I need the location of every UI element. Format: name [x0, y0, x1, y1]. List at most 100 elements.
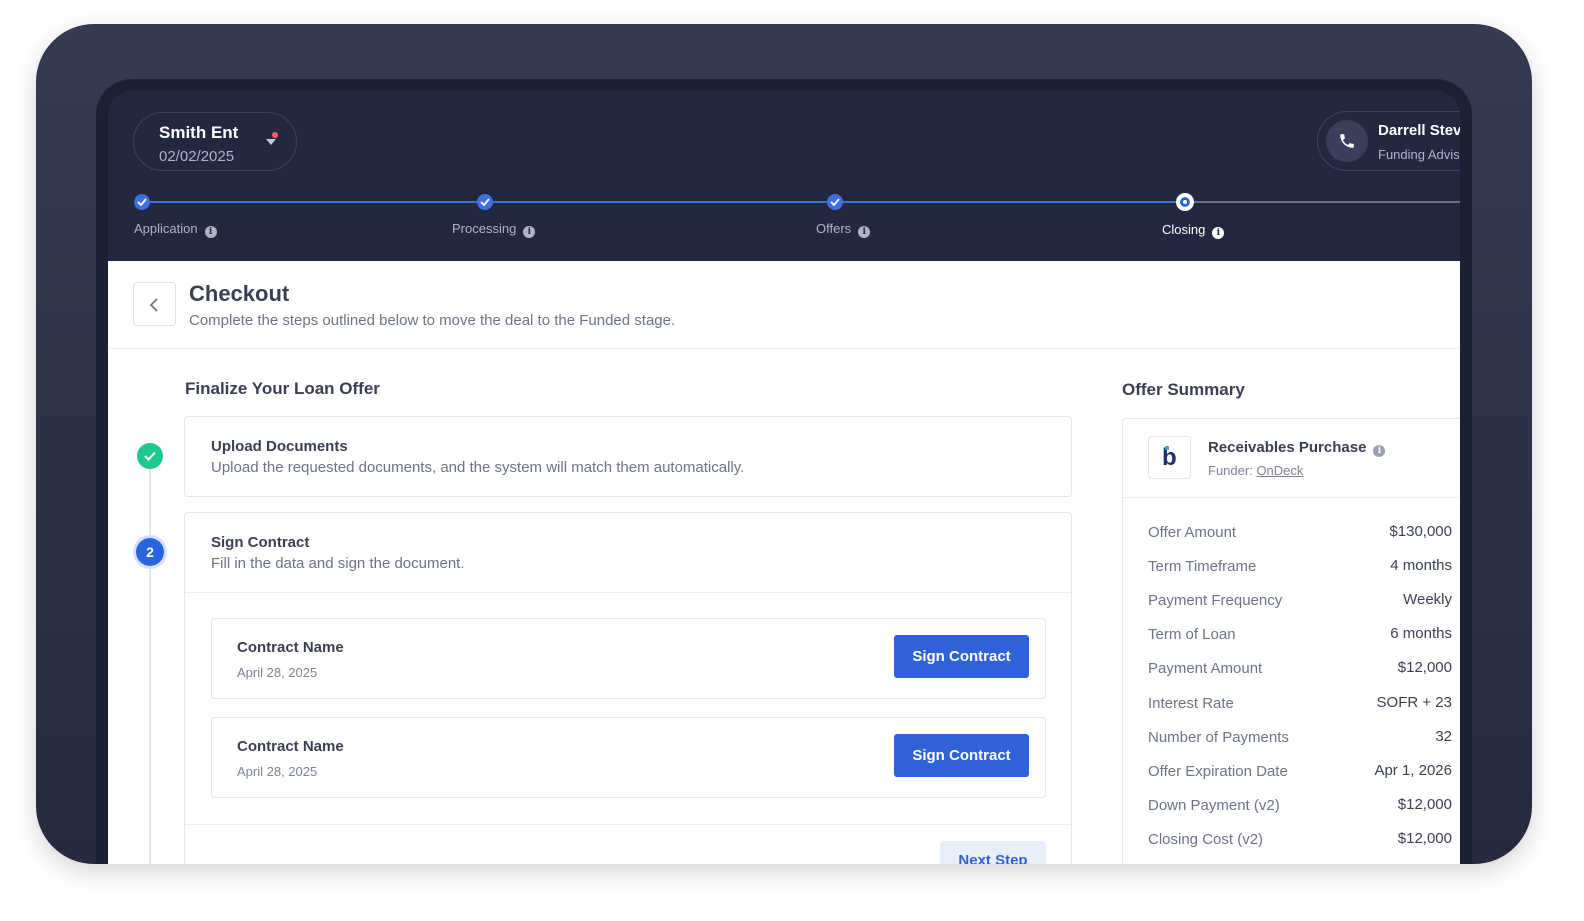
step-description: Fill in the data and sign the document. — [211, 555, 465, 572]
summary-label: Down Payment (v2) — [1148, 797, 1280, 814]
stage-label-text: Closing — [1162, 222, 1206, 237]
divider — [185, 592, 1071, 593]
offer-summary-card: b Receivables Purchase i Funder: OnDeck O… — [1122, 418, 1460, 864]
summary-value: $12,000 — [1397, 830, 1452, 847]
contract-item: Contract Name April 28, 2025 Sign Contra… — [211, 618, 1046, 699]
finalize-section-title: Finalize Your Loan Offer — [185, 379, 380, 398]
offer-summary-title: Offer Summary — [1122, 380, 1245, 399]
advisor-role: Funding Advis — [1378, 147, 1460, 162]
progress-track-remaining — [1186, 201, 1460, 203]
contract-name: Contract Name — [237, 639, 344, 656]
sign-contract-card: Sign Contract Fill in the data and sign … — [184, 512, 1072, 864]
screen-bezel: Smith Ent 02/02/2025 Darrell Stev Fundin… — [96, 79, 1472, 864]
upload-documents-card[interactable]: Upload Documents Upload the requested do… — [184, 416, 1072, 497]
summary-value: 4 months — [1390, 557, 1452, 574]
summary-label: Payment Amount — [1148, 660, 1263, 677]
summary-label: Offer Expiration Date — [1148, 763, 1288, 780]
deal-selector[interactable]: Smith Ent 02/02/2025 — [133, 112, 297, 171]
divider — [1123, 497, 1460, 498]
summary-row: Interest Rate SOFR + 23 — [1148, 694, 1452, 715]
summary-row: Payment Frequency Weekly — [1148, 591, 1452, 612]
contract-name: Contract Name — [237, 738, 344, 755]
summary-row: Offer Amount $130,000 — [1148, 523, 1452, 544]
info-icon[interactable]: i — [1373, 445, 1386, 457]
stage-label-closing[interactable]: Closing i — [1162, 222, 1225, 239]
funder-prefix: Funder: — [1208, 463, 1253, 478]
page-subtitle: Complete the steps outlined below to mov… — [189, 312, 676, 329]
next-step-button[interactable]: Next Step — [940, 841, 1046, 864]
summary-row: Term of Loan 6 months — [1148, 625, 1452, 646]
phone-icon — [1340, 134, 1354, 148]
stage-dot-processing[interactable] — [477, 194, 493, 210]
funder-link[interactable]: OnDeck — [1256, 463, 1303, 478]
summary-label: Interest Rate — [1148, 695, 1234, 712]
steps-timeline — [149, 469, 151, 864]
summary-value: 6 months — [1390, 625, 1452, 642]
step-number-badge: 2 — [136, 538, 164, 566]
contract-item: Contract Name April 28, 2025 Sign Contra… — [211, 717, 1046, 798]
summary-label: Number of Payments — [1148, 729, 1289, 746]
check-icon — [480, 198, 490, 206]
step-title: Upload Documents — [211, 438, 348, 455]
summary-value: $12,000 — [1397, 796, 1452, 813]
checkout-panel: Checkout Complete the steps outlined bel… — [108, 261, 1460, 864]
stage-label-offers[interactable]: Offers i — [816, 221, 871, 238]
step-title: Sign Contract — [211, 534, 310, 551]
sign-contract-button[interactable]: Sign Contract — [894, 734, 1029, 777]
summary-value: $130,000 — [1389, 523, 1452, 540]
stage-dot-offers[interactable] — [827, 194, 843, 210]
call-button[interactable] — [1326, 120, 1368, 162]
progress-track-complete — [142, 201, 1186, 203]
funder-logo: b — [1148, 436, 1191, 479]
advisor-card[interactable]: Darrell Stev Funding Advis — [1317, 111, 1460, 171]
stage-label-processing[interactable]: Processing i — [452, 221, 536, 238]
sign-contract-button[interactable]: Sign Contract — [894, 635, 1029, 678]
summary-row: Term Timeframe 4 months — [1148, 557, 1452, 578]
summary-label: Offer Amount — [1148, 524, 1237, 541]
summary-row: Number of Payments 32 — [1148, 728, 1452, 749]
page-title: Checkout — [189, 281, 290, 306]
step-description: Upload the requested documents, and the … — [211, 459, 745, 476]
check-icon — [830, 198, 840, 206]
device-frame: Smith Ent 02/02/2025 Darrell Stev Fundin… — [36, 24, 1532, 864]
product-name-text: Receivables Purchase — [1208, 439, 1367, 456]
app-screen: Smith Ent 02/02/2025 Darrell Stev Fundin… — [108, 91, 1460, 864]
stage-label-text: Offers — [816, 221, 852, 236]
stage-dot-closing[interactable] — [1176, 193, 1194, 211]
info-icon[interactable]: i — [204, 226, 217, 238]
info-icon[interactable]: i — [1212, 227, 1225, 239]
summary-value: 32 — [1435, 728, 1452, 745]
deal-date: 02/02/2025 — [159, 148, 235, 165]
summary-label: Term Timeframe — [1148, 558, 1257, 575]
chevron-left-icon — [149, 298, 158, 312]
summary-row: Payment Amount $12,000 — [1148, 659, 1452, 680]
summary-value: Apr 1, 2026 — [1374, 762, 1452, 779]
deal-name: Smith Ent — [159, 123, 239, 142]
product-name: Receivables Purchase i — [1208, 439, 1386, 457]
advisor-name: Darrell Stev — [1378, 122, 1460, 139]
summary-label: Closing Cost (v2) — [1148, 831, 1264, 848]
divider — [108, 348, 1460, 349]
summary-label: Term of Loan — [1148, 626, 1236, 643]
funder-line: Funder: OnDeck — [1208, 463, 1303, 478]
step-complete-badge — [137, 443, 163, 469]
summary-value: SOFR + 23 — [1376, 694, 1452, 711]
check-icon — [137, 198, 147, 206]
stage-label-text: Application — [134, 221, 198, 236]
summary-value: $12,000 — [1397, 659, 1452, 676]
summary-row: Offer Expiration Date Apr 1, 2026 — [1148, 762, 1452, 783]
summary-row: Down Payment (v2) $12,000 — [1148, 796, 1452, 817]
stage-label-application[interactable]: Application i — [134, 221, 217, 238]
info-icon[interactable]: i — [858, 226, 871, 238]
contract-date: April 28, 2025 — [237, 665, 318, 680]
summary-value: Weekly — [1403, 591, 1452, 608]
stage-dot-application[interactable] — [134, 194, 150, 210]
summary-label: Payment Frequency — [1148, 592, 1283, 609]
check-icon — [144, 451, 156, 461]
info-icon[interactable]: i — [523, 226, 536, 238]
summary-row: Closing Cost (v2) $12,000 — [1148, 830, 1452, 851]
contract-date: April 28, 2025 — [237, 764, 318, 779]
stage-label-text: Processing — [452, 221, 517, 236]
notification-dot — [272, 132, 278, 138]
back-button[interactable] — [133, 282, 176, 326]
